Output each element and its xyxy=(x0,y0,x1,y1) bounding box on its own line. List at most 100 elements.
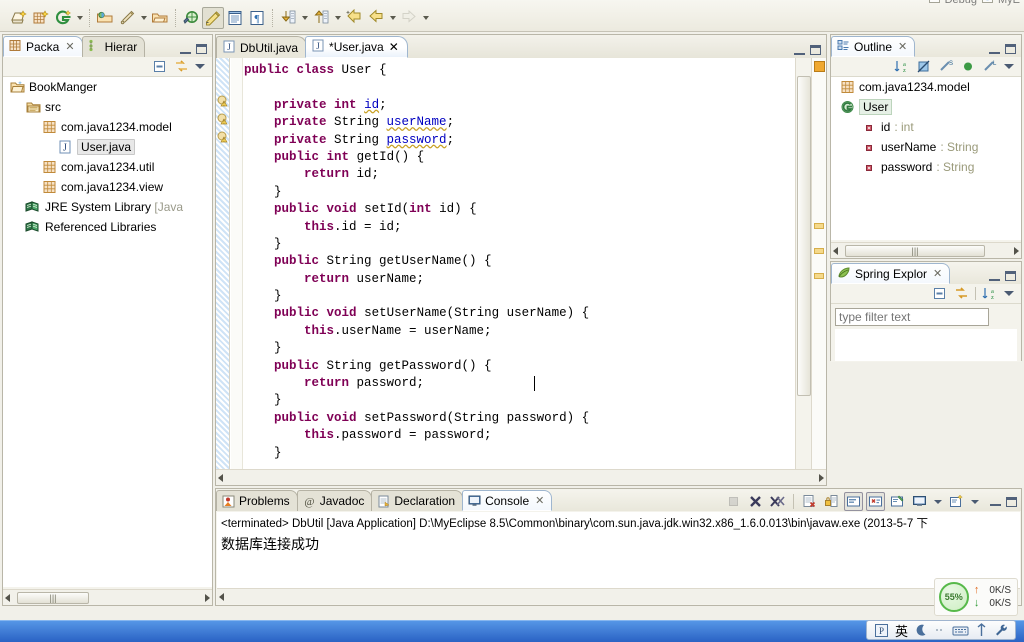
console-button-remove-launch[interactable] xyxy=(746,492,765,511)
view-menu-icon[interactable] xyxy=(195,64,205,69)
minimize-icon[interactable] xyxy=(794,46,805,55)
minimize-icon[interactable] xyxy=(180,45,191,54)
close-icon[interactable]: ✕ xyxy=(898,40,907,53)
outline-tree[interactable]: com.java1234.model User id: int userName: S… xyxy=(831,77,1021,240)
myeclipse-icon[interactable] xyxy=(54,9,72,27)
toolbar-button-forward-arrow[interactable] xyxy=(398,7,420,29)
console-output[interactable]: <terminated> DbUtil [Java Application] D… xyxy=(217,512,1020,604)
perspective-switcher[interactable]: Debug MyE xyxy=(928,0,1020,8)
warning-icon[interactable]: ! xyxy=(217,131,229,144)
toolbar-button-pilcrow[interactable]: ¶ xyxy=(246,7,268,29)
outline-item-id[interactable]: id: int xyxy=(831,117,1021,137)
collapse-all-icon[interactable] xyxy=(931,286,947,302)
toolbar-button-new-package[interactable] xyxy=(30,7,52,29)
tab-console[interactable]: Console ✕ xyxy=(462,490,553,511)
editor-tab-user[interactable]: J *User.java ✕ xyxy=(305,36,408,58)
ime-tool-icon[interactable] xyxy=(975,623,988,637)
tree-item-user-java[interactable]: J User.java xyxy=(3,137,212,157)
close-icon[interactable]: ✕ xyxy=(535,494,544,507)
maximize-icon[interactable] xyxy=(810,45,821,55)
perspective-label-debug[interactable]: Debug xyxy=(945,0,977,6)
hscrollbar-thumb[interactable]: ||| xyxy=(845,245,985,257)
new-package-icon[interactable] xyxy=(32,9,50,27)
editor-vertical-scrollbar[interactable] xyxy=(795,58,811,469)
link-editor-icon[interactable] xyxy=(173,59,189,75)
close-icon[interactable]: ✕ xyxy=(65,40,74,53)
hide-local-icon[interactable]: L xyxy=(982,59,998,75)
web-browser-icon[interactable] xyxy=(182,9,200,27)
filter-input[interactable] xyxy=(835,308,989,326)
overview-ruler[interactable] xyxy=(811,58,826,469)
ime-mode-label[interactable]: 英 xyxy=(895,621,908,640)
tree-item-com-java1234-model[interactable]: com.java1234.model xyxy=(3,117,212,137)
paint-icon[interactable] xyxy=(118,9,136,27)
annotation-gutter[interactable]: ! ! ! xyxy=(216,58,230,485)
scroll-left-icon[interactable] xyxy=(219,592,224,601)
overview-warning-mark[interactable] xyxy=(814,273,824,279)
warning-icon[interactable]: ! xyxy=(217,113,229,126)
console-button-new-console-view[interactable] xyxy=(888,492,907,511)
scroll-right-icon[interactable] xyxy=(205,593,210,602)
scroll-right-icon[interactable] xyxy=(819,473,824,482)
dropdown-arrow-icon[interactable] xyxy=(420,7,431,29)
tab-declaration[interactable]: Declaration xyxy=(371,490,464,511)
outline-item-password[interactable]: password: String xyxy=(831,157,1021,177)
scroll-left-icon[interactable] xyxy=(218,473,223,482)
tab-problems[interactable]: Problems xyxy=(216,490,298,511)
maximize-icon[interactable] xyxy=(1006,496,1017,507)
package-explorer-tree[interactable]: BookManger src com.java1234.model J User.jav… xyxy=(3,77,212,587)
toolbar-button-marker-pen[interactable] xyxy=(202,7,224,29)
back-arrow-icon[interactable] xyxy=(367,9,385,27)
keyboard-icon[interactable] xyxy=(952,624,969,637)
package-explorer-hscrollbar[interactable]: ||| xyxy=(3,589,212,605)
sort-icon[interactable]: a z xyxy=(894,59,910,75)
perspective-label-myeclipse[interactable]: MyE xyxy=(998,0,1020,6)
folding-gutter[interactable] xyxy=(231,58,243,485)
tree-item-com-java1234-view[interactable]: com.java1234.view xyxy=(3,177,212,197)
outline-item-username[interactable]: userName: String xyxy=(831,137,1021,157)
minimize-icon[interactable] xyxy=(990,497,1001,506)
warning-icon[interactable]: ! xyxy=(217,95,229,108)
upload-arrow-icon[interactable] xyxy=(312,9,330,27)
minimize-icon[interactable] xyxy=(989,272,1000,281)
sort-icon[interactable]: a z xyxy=(982,286,998,302)
toolbar-button-upload-arrow[interactable] xyxy=(310,7,332,29)
hide-static-icon[interactable]: S xyxy=(938,59,954,75)
close-icon[interactable]: ✕ xyxy=(389,40,399,54)
tree-item-jre-system-library-java[interactable]: JRE System Library [Java xyxy=(3,197,212,217)
source-code-text[interactable]: public class User { private int id; priv… xyxy=(244,58,826,485)
toolbar-button-web-browser[interactable] xyxy=(180,7,202,29)
overview-warning-mark[interactable] xyxy=(814,248,824,254)
close-icon[interactable]: ✕ xyxy=(933,267,942,280)
ime-language-bar[interactable]: P 英 xyxy=(865,620,1016,640)
dropdown-arrow-icon[interactable] xyxy=(299,7,310,29)
console-button-display-console[interactable] xyxy=(910,492,929,511)
dropdown-arrow-icon[interactable] xyxy=(934,499,942,504)
minimize-icon[interactable] xyxy=(989,45,1000,54)
scroll-left-icon[interactable] xyxy=(5,593,10,602)
hide-fields-icon[interactable] xyxy=(916,59,932,75)
console-button-stderr[interactable] xyxy=(866,492,885,511)
download-arrow-icon[interactable] xyxy=(279,9,297,27)
toolbar-button-back-star[interactable] xyxy=(343,7,365,29)
editor-hscrollbar[interactable] xyxy=(216,469,826,485)
dropdown-arrow-icon[interactable] xyxy=(387,7,398,29)
new-wizard-icon[interactable] xyxy=(10,9,28,27)
tree-item-src[interactable]: src xyxy=(3,97,212,117)
ime-logo-icon[interactable]: P xyxy=(874,623,889,638)
outline-hscrollbar[interactable]: ||| xyxy=(831,242,1021,258)
toolbar-button-myeclipse[interactable] xyxy=(52,7,74,29)
console-button-pin-console[interactable] xyxy=(844,492,863,511)
tab-hierarchy[interactable]: Hierar xyxy=(81,36,146,57)
collapse-all-icon[interactable] xyxy=(151,59,167,75)
tab-package-explorer[interactable]: Packa ✕ xyxy=(3,36,83,57)
toolbar-button-book[interactable] xyxy=(224,7,246,29)
tab-outline[interactable]: Outline ✕ xyxy=(831,36,916,57)
network-speed-widget[interactable]: 55% ↑ 0K/S ↓ 0K/S xyxy=(933,578,1018,616)
dropdown-arrow-icon[interactable] xyxy=(332,7,343,29)
toolbar-button-back-arrow[interactable] xyxy=(365,7,387,29)
console-button-clear-console[interactable] xyxy=(800,492,819,511)
outline-item-user[interactable]: User xyxy=(831,97,1021,117)
console-hscrollbar[interactable] xyxy=(217,588,1020,604)
dropdown-arrow-icon[interactable] xyxy=(138,7,149,29)
